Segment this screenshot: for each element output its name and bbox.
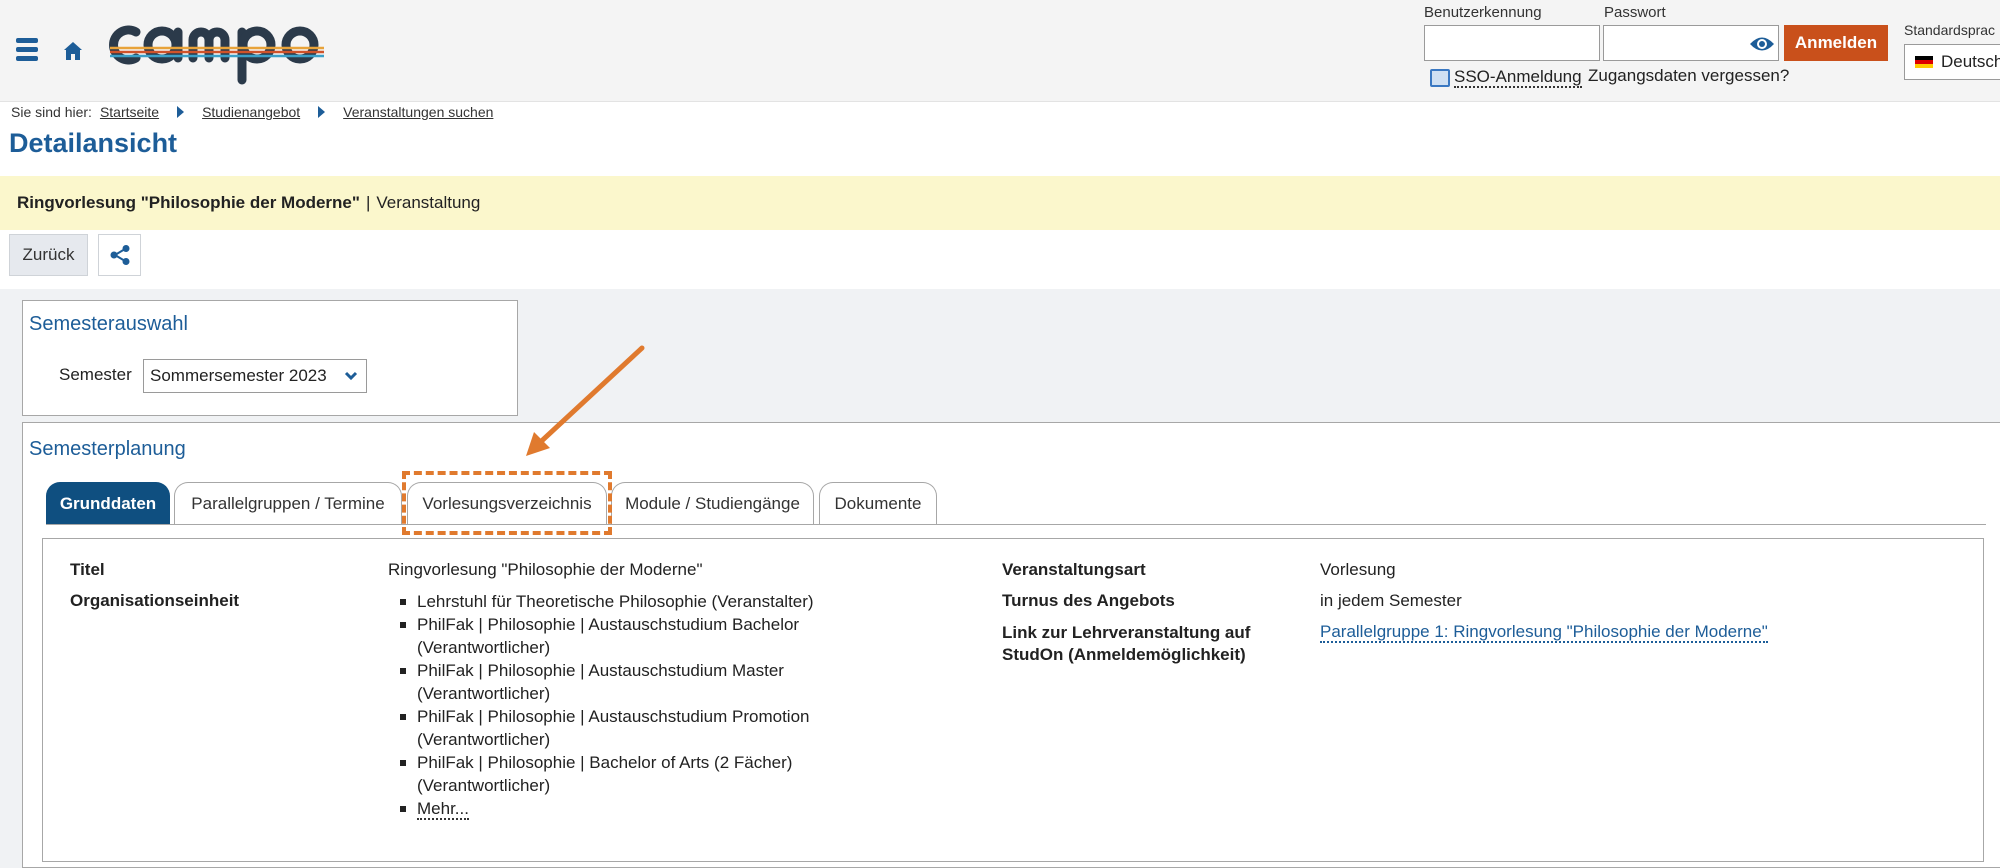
semester-select[interactable]: Sommersemester 2023 (143, 359, 367, 393)
share-button[interactable] (98, 234, 141, 276)
organisationseinheit-label: Organisationseinheit (70, 591, 240, 610)
org-item: PhilFak | Philosophie | Austauschstudium… (388, 613, 848, 659)
veranstaltungsart-value: Vorlesung (1320, 560, 1396, 579)
menu-icon[interactable] (16, 38, 38, 62)
page-title: Detailansicht (9, 128, 178, 158)
event-type: Veranstaltung (376, 193, 481, 212)
tab-divider (46, 524, 1986, 525)
tab-grunddaten[interactable]: Grunddaten (46, 482, 170, 525)
organisationseinheit-list: Lehrstuhl für Theoretische Philosophie (… (388, 590, 848, 820)
breadcrumb-studienangebot[interactable]: Studienangebot (202, 104, 300, 120)
semester-selection-heading: Semesterauswahl (29, 313, 188, 335)
semester-selection-box: Semesterauswahl Semester Sommersemester … (22, 300, 518, 416)
chevron-down-icon (344, 371, 358, 381)
password-label: Passwort (1604, 4, 1666, 21)
breadcrumb-startseite[interactable]: Startseite (100, 104, 159, 120)
semester-planning-heading: Semesterplanung (29, 438, 186, 460)
username-input[interactable] (1424, 25, 1600, 61)
semester-value: Sommersemester 2023 (150, 366, 327, 385)
org-item: Lehrstuhl für Theoretische Philosophie (… (388, 590, 848, 613)
studon-link[interactable]: Parallelgruppe 1: Ringvorlesung "Philoso… (1320, 622, 1768, 643)
campo-logo[interactable]: campo (100, 10, 330, 88)
home-icon[interactable] (62, 40, 84, 62)
sso-label: SSO-Anmeldung (1454, 67, 1582, 88)
org-more-link[interactable]: Mehr... (417, 799, 469, 820)
org-item: PhilFak | Philosophie | Austauschstudium… (388, 705, 848, 751)
eye-icon[interactable] (1749, 35, 1775, 53)
login-button[interactable]: Anmelden (1784, 25, 1888, 61)
logo-text: campo (100, 10, 103, 11)
event-title: Ringvorlesung "Philosophie der Moderne" (17, 193, 360, 212)
language-select[interactable]: Deutsch (1904, 44, 2000, 80)
breadcrumb: Sie sind hier: Startseite Studienangebot… (11, 104, 511, 120)
semester-label: Semester (59, 365, 132, 384)
turnus-label: Turnus des Angebots (1002, 591, 1175, 610)
breadcrumb-label: Sie sind hier: (11, 104, 92, 120)
event-title-separator: | (365, 193, 371, 212)
breadcrumb-veranstaltungen-suchen[interactable]: Veranstaltungen suchen (343, 104, 493, 120)
org-item: PhilFak | Philosophie | Austauschstudium… (388, 659, 848, 705)
chevron-right-icon (318, 106, 326, 118)
org-item: PhilFak | Philosophie | Bachelor of Arts… (388, 751, 848, 797)
chevron-right-icon (177, 106, 185, 118)
forgot-credentials-link[interactable]: Zugangsdaten vergessen? (1588, 66, 1789, 86)
share-icon (110, 245, 129, 265)
tab-dokumente[interactable]: Dokumente (819, 482, 937, 525)
german-flag-icon (1915, 56, 1933, 68)
highlight-annotation-box (402, 471, 612, 535)
veranstaltungsart-label: Veranstaltungsart (1002, 560, 1146, 579)
language-label: Standardsprac (1904, 22, 1996, 38)
arrow-annotation-icon (526, 345, 645, 456)
username-label: Benutzerkennung (1424, 4, 1542, 21)
event-title-bar: Ringvorlesung "Philosophie der Moderne" … (0, 176, 2000, 230)
studon-link-label: Link zur Lehrveranstaltung auf StudOn (A… (1002, 623, 1251, 664)
language-value: Deutsch (1941, 52, 2000, 71)
turnus-value: in jedem Semester (1320, 591, 1462, 610)
titel-value: Ringvorlesung "Philosophie der Moderne" (388, 560, 703, 579)
titel-label: Titel (70, 560, 105, 579)
tab-parallelgruppen-termine[interactable]: Parallelgruppen / Termine (174, 482, 402, 525)
sso-login-link[interactable]: SSO-Anmeldung (1430, 68, 1582, 88)
back-button[interactable]: Zurück (9, 234, 88, 276)
grunddaten-panel (42, 538, 1984, 862)
header: campo Benutzerkennung Passwort Anmelden … (0, 0, 2000, 102)
sso-icon (1430, 69, 1450, 87)
org-more-item: Mehr... (388, 797, 848, 820)
tab-module-studiengaenge[interactable]: Module / Studiengänge (611, 482, 814, 525)
